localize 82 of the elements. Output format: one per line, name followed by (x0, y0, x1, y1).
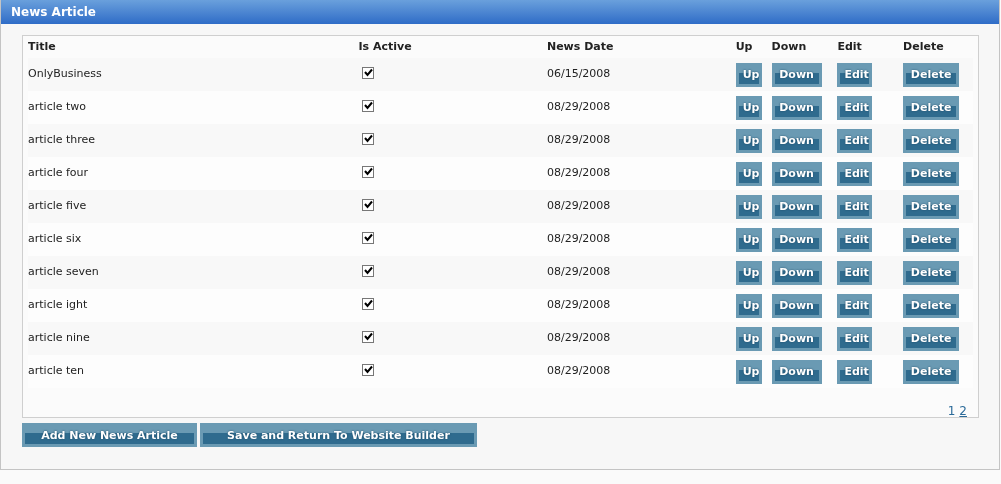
delete-button[interactable]: Delete (903, 62, 960, 87)
column-header: Up (735, 39, 753, 53)
delete-button[interactable]: Delete (903, 359, 960, 384)
delete-button[interactable]: Delete (903, 260, 960, 285)
down-button[interactable]: Down (771, 227, 822, 252)
delete-button[interactable]: Delete (903, 326, 960, 351)
delete-button[interactable]: Delete (903, 194, 960, 219)
table-cell: 08/29/2008 (546, 232, 611, 246)
checkbox[interactable] (362, 231, 375, 244)
table-cell: article two (28, 100, 87, 114)
edit-button[interactable]: Edit (837, 128, 873, 153)
delete-button[interactable]: Delete (903, 128, 960, 153)
up-button[interactable]: Up (735, 326, 762, 351)
delete-button[interactable]: Delete (903, 161, 960, 186)
page-link[interactable]: 1 (947, 402, 956, 420)
down-button[interactable]: Down (771, 293, 822, 318)
table-cell: 08/29/2008 (546, 100, 611, 114)
table-cell: 08/29/2008 (546, 133, 611, 147)
delete-button[interactable]: Delete (903, 293, 960, 318)
up-button[interactable]: Up (735, 62, 762, 87)
up-button[interactable]: Up (735, 194, 762, 219)
checkbox[interactable] (362, 132, 375, 145)
table-cell: article six (28, 232, 82, 246)
checkbox[interactable] (362, 99, 375, 112)
delete-button[interactable]: Delete (903, 95, 960, 120)
up-button[interactable]: Up (735, 293, 762, 318)
table-cell: 08/29/2008 (546, 166, 611, 180)
down-button[interactable]: Down (771, 128, 822, 153)
edit-button[interactable]: Edit (837, 260, 873, 285)
table-cell: article three (28, 133, 96, 147)
checkbox[interactable] (362, 363, 375, 376)
checkbox[interactable] (362, 297, 375, 310)
table-cell: 08/29/2008 (546, 298, 611, 312)
up-button[interactable]: Up (735, 359, 762, 384)
add-article-button[interactable]: Add New News Article (22, 423, 197, 447)
column-header: Edit (837, 39, 862, 53)
up-button[interactable]: Up (735, 95, 762, 120)
table-cell: OnlyBusiness (28, 67, 102, 81)
column-header: Is Active (358, 39, 412, 53)
checkbox[interactable] (362, 198, 375, 211)
table-cell: article ight (28, 298, 88, 312)
edit-button[interactable]: Edit (837, 227, 873, 252)
checkbox[interactable] (362, 66, 375, 79)
column-header: News Date (546, 39, 614, 53)
checkbox[interactable] (362, 264, 375, 277)
table-cell: 08/29/2008 (546, 265, 611, 279)
panel-title: News Article (11, 4, 96, 21)
up-button[interactable]: Up (735, 128, 762, 153)
delete-button[interactable]: Delete (903, 227, 960, 252)
edit-button[interactable]: Edit (837, 359, 873, 384)
table-cell: 08/29/2008 (546, 331, 611, 345)
table-cell: 08/29/2008 (546, 199, 611, 213)
table-cell: article seven (28, 265, 99, 279)
down-button[interactable]: Down (771, 161, 822, 186)
save-return-button[interactable]: Save and Return To Website Builder (200, 423, 477, 447)
down-button[interactable]: Down (771, 326, 822, 351)
table-cell: 06/15/2008 (546, 67, 611, 81)
table-cell: article five (28, 199, 87, 213)
column-header: Down (771, 39, 807, 53)
up-button[interactable]: Up (735, 161, 762, 186)
table-cell: article four (28, 166, 89, 180)
up-button[interactable]: Up (735, 260, 762, 285)
down-button[interactable]: Down (771, 359, 822, 384)
edit-button[interactable]: Edit (837, 62, 873, 87)
column-header: Delete (903, 39, 944, 53)
down-button[interactable]: Down (771, 260, 822, 285)
table-cell: article nine (28, 331, 90, 345)
checkbox[interactable] (362, 330, 375, 343)
edit-button[interactable]: Edit (837, 161, 873, 186)
down-button[interactable]: Down (771, 62, 822, 87)
edit-button[interactable]: Edit (837, 95, 873, 120)
edit-button[interactable]: Edit (837, 326, 873, 351)
edit-button[interactable]: Edit (837, 293, 873, 318)
column-header: Title (28, 39, 56, 53)
table-cell: 08/29/2008 (546, 364, 611, 378)
edit-button[interactable]: Edit (837, 194, 873, 219)
page-link[interactable]: 2 (959, 402, 967, 420)
up-button[interactable]: Up (735, 227, 762, 252)
down-button[interactable]: Down (771, 194, 822, 219)
table-cell: article ten (28, 364, 85, 378)
down-button[interactable]: Down (771, 95, 822, 120)
checkbox[interactable] (362, 165, 375, 178)
